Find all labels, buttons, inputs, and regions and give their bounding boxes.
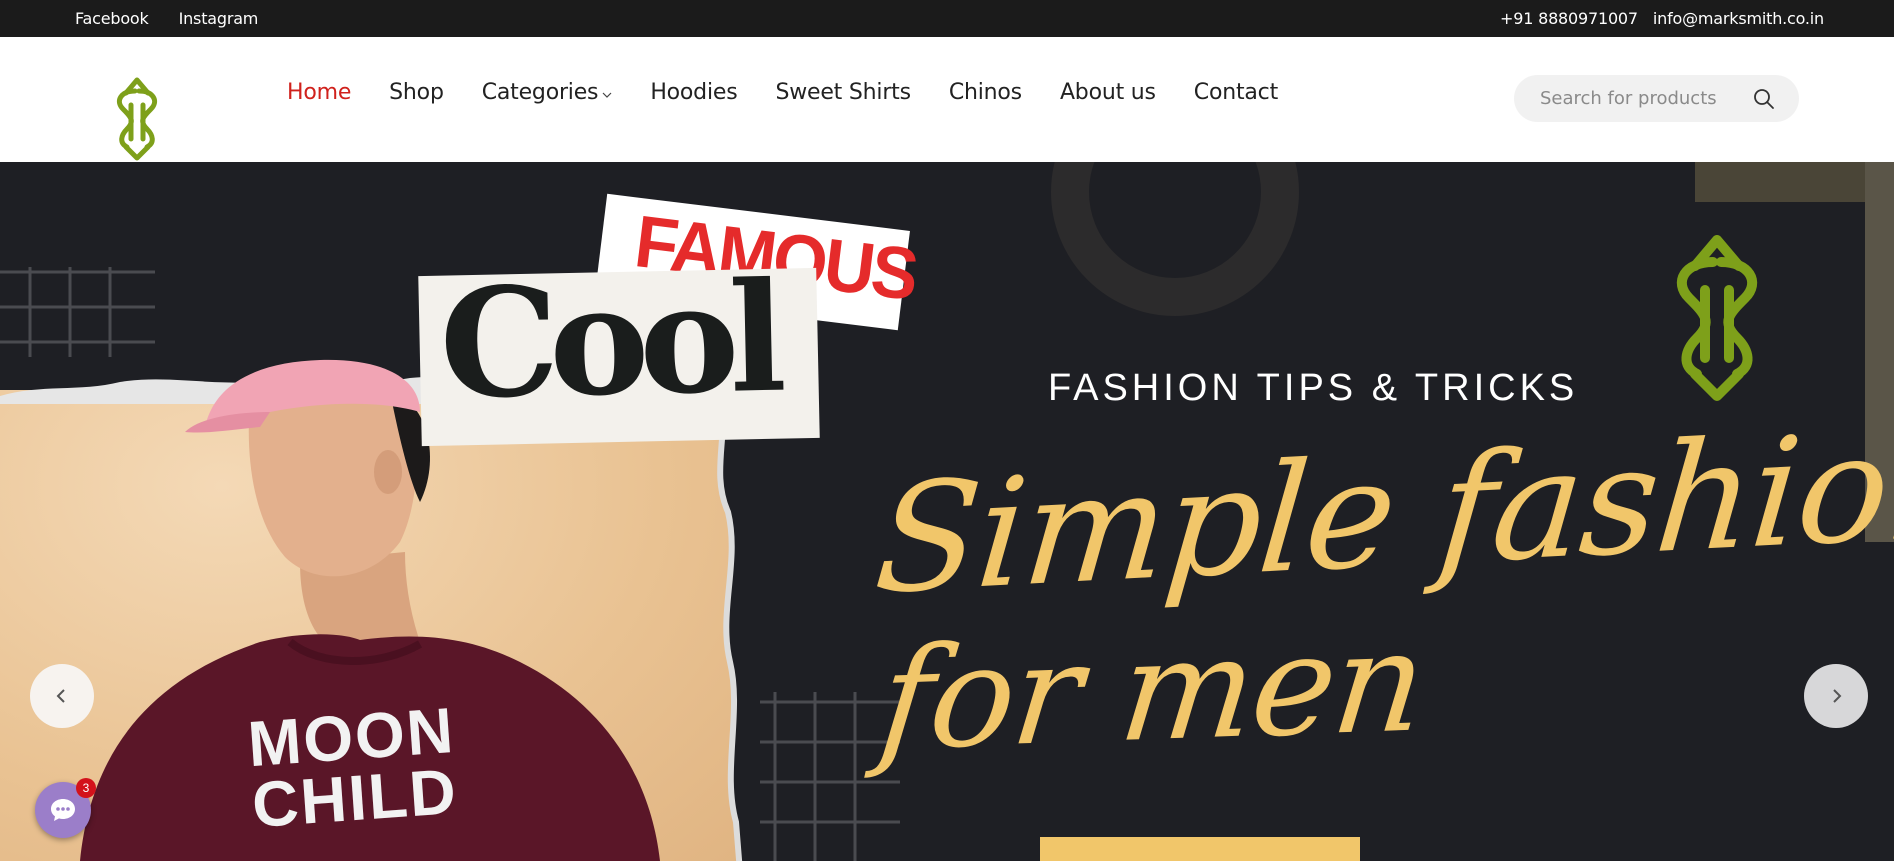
chat-notification-badge: 3 [76,778,96,798]
email-address[interactable]: info@marksmith.co.in [1653,9,1824,28]
hero-cta-button[interactable] [1040,837,1360,861]
nav-item-categories[interactable]: Categories [482,80,613,105]
nav-item-chinos[interactable]: Chinos [949,80,1022,105]
search-icon[interactable] [1753,88,1775,110]
social-links: Facebook Instagram [75,0,258,37]
main-nav: Home Shop Categories Hoodies Sweet Shirt… [287,80,1316,105]
logo-icon[interactable] [107,77,167,161]
nav-label: Contact [1193,80,1278,105]
cool-text: Cool [437,249,778,433]
chat-icon [51,799,75,821]
nav-item-hoodies[interactable]: Hoodies [650,80,737,105]
site-header: Home Shop Categories Hoodies Sweet Shirt… [0,37,1894,162]
chevron-left-icon [56,689,65,703]
nav-item-contact[interactable]: Contact [1194,80,1278,105]
top-bar: Facebook Instagram +91 8880971007 info@m… [0,0,1894,37]
nav-label: Hoodies [650,80,738,105]
hero-tagline: FASHION TIPS & TRICKS [1048,367,1579,409]
nav-label: Chinos [948,80,1022,105]
nav-label: Categories [481,80,599,105]
search-input[interactable] [1540,75,1750,122]
nav-item-shop[interactable]: Shop [389,80,444,105]
contact-info: +91 8880971007 info@marksmith.co.in [1500,0,1824,37]
hero-headline-line2: for men [872,600,1432,783]
shirt-print-line: CHILD [249,754,460,841]
nav-item-home[interactable]: Home [287,80,351,105]
slider-next-button[interactable] [1804,664,1868,728]
hero-slider: MOON CHILD FAMOUS Cool FASHION TIPS & TR… [0,162,1894,861]
facebook-link[interactable]: Facebook [75,9,149,28]
cool-clipping: Cool [418,250,820,447]
chevron-right-icon [1833,689,1842,703]
nav-label: About us [1059,80,1156,105]
slider-prev-button[interactable] [30,664,94,728]
brand-logo-icon [1676,235,1758,401]
instagram-link[interactable]: Instagram [179,9,259,28]
nav-label: Home [287,80,352,105]
search-box [1514,75,1799,122]
nav-item-sweet-shirts[interactable]: Sweet Shirts [775,80,911,105]
chevron-down-icon [602,92,612,98]
phone-number[interactable]: +91 8880971007 [1500,9,1638,28]
nav-label: Sweet Shirts [775,80,911,105]
nav-item-about-us[interactable]: About us [1060,80,1156,105]
shirt-print: MOON CHILD [246,694,461,841]
nav-label: Shop [389,80,444,105]
